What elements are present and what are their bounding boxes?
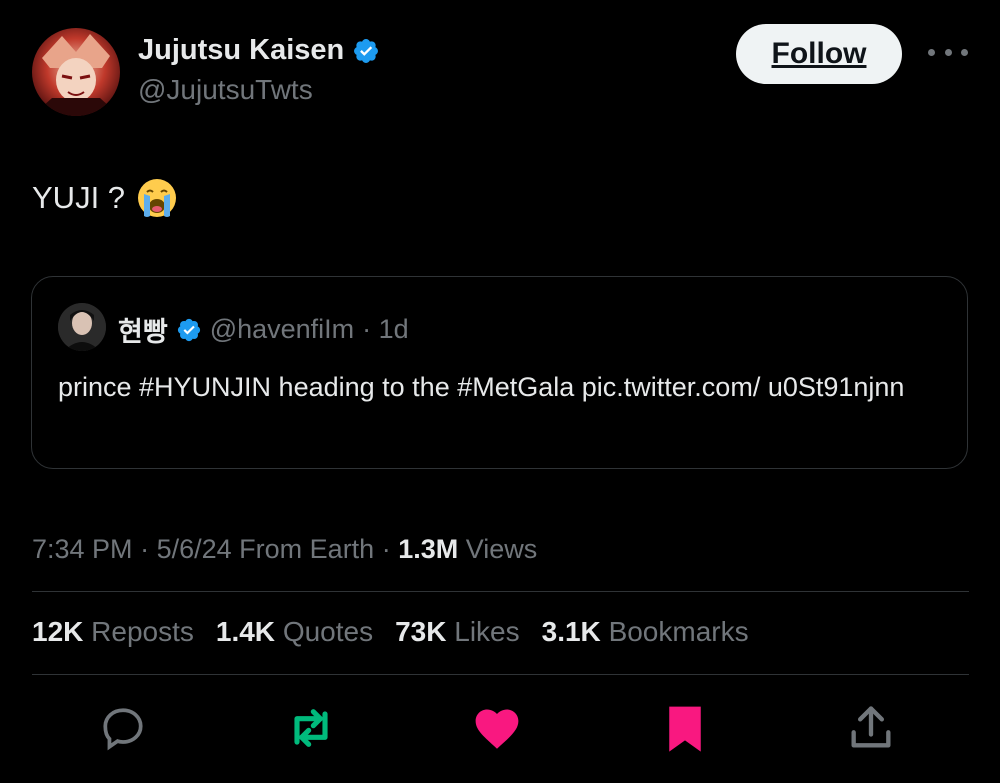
author-handle[interactable]: @JujutsuTwts [138, 74, 313, 106]
stat-bookmarks[interactable]: 3.1K Bookmarks [542, 616, 749, 648]
views-count: 1.3M [398, 534, 459, 564]
stat-quotes[interactable]: 1.4K Quotes [216, 616, 373, 648]
tweet-source: From Earth [239, 534, 375, 564]
verified-badge-icon [354, 38, 379, 63]
quoted-header: 현빵 @havenfiIm · 1d [118, 310, 409, 349]
author-name[interactable]: Jujutsu Kaisen [138, 34, 344, 67]
divider [32, 674, 969, 675]
tweet-meta: 7:34 PM · 5/6/24 From Earth · 1.3M Views [32, 534, 538, 564]
quoted-author-avatar[interactable] [58, 303, 106, 351]
stat-reposts[interactable]: 12K Reposts [32, 616, 194, 648]
quoted-author-name[interactable]: 현빵 [118, 310, 168, 349]
quoted-timestamp[interactable]: · 1d [362, 314, 409, 345]
views-label: Views [465, 534, 538, 564]
loudly-crying-face-icon [138, 179, 177, 217]
tweet-body: YUJI ? [32, 176, 179, 220]
stat-likes[interactable]: 73K Likes [395, 616, 520, 648]
author-avatar[interactable] [32, 28, 120, 116]
like-icon[interactable] [469, 700, 525, 756]
tweet-date[interactable]: 5/6/24 [157, 534, 232, 564]
divider [32, 591, 969, 592]
bookmark-icon[interactable] [657, 700, 713, 756]
more-options-icon[interactable] [928, 40, 968, 64]
tweet-text: YUJI ? [32, 180, 126, 215]
follow-button[interactable]: Follow [736, 24, 902, 84]
reply-icon[interactable] [95, 700, 151, 756]
repost-icon[interactable] [283, 700, 339, 756]
verified-badge-icon [177, 318, 200, 341]
tweet-time[interactable]: 7:34 PM [32, 534, 133, 564]
engagement-stats: 12K Reposts 1.4K Quotes 73K Likes 3.1K B… [32, 616, 749, 648]
quoted-author-handle[interactable]: @havenfiIm [210, 314, 354, 345]
author-name-row: Jujutsu Kaisen [138, 34, 380, 67]
quoted-tweet-card[interactable]: 현빵 @havenfiIm · 1d prince #HYUNJIN headi… [31, 276, 968, 469]
quoted-text: prince #HYUNJIN heading to the #MetGala … [58, 372, 905, 402]
share-icon[interactable] [843, 700, 899, 756]
